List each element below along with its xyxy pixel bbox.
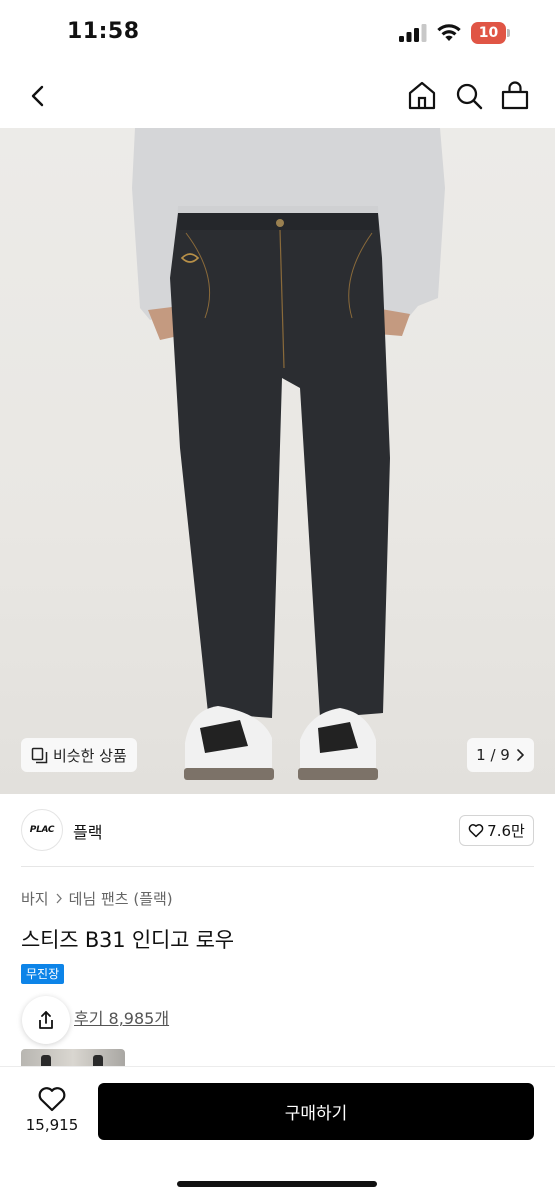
review-count-link[interactable]: 후기 8,985개	[74, 1005, 169, 1029]
review-photo-thumbnail[interactable]	[21, 1049, 125, 1069]
image-pager[interactable]: 1 / 9	[467, 738, 534, 772]
cellular-signal-icon	[399, 24, 427, 42]
heart-outline-icon	[38, 1087, 66, 1112]
promo-badge: 무진장	[21, 964, 65, 984]
home-icon[interactable]	[405, 79, 439, 113]
product-title: 스티즈 B31 인디고 로우	[21, 928, 234, 952]
buy-button[interactable]: 구매하기	[98, 1083, 534, 1140]
similar-products-label: 비슷한 상품	[53, 746, 127, 765]
share-button[interactable]	[22, 996, 70, 1044]
wifi-icon	[437, 24, 461, 41]
breadcrumb-item[interactable]: 데님 팬츠 (플랙)	[69, 888, 173, 909]
divider	[21, 866, 534, 867]
battery-level: 10	[478, 25, 499, 41]
chevron-left-icon[interactable]	[22, 79, 56, 113]
search-icon[interactable]	[452, 79, 486, 113]
similar-products-button[interactable]: 비슷한 상품	[21, 738, 137, 772]
wishlist-button[interactable]: 15,915	[22, 1085, 82, 1134]
brand-like-count: 7.6만	[487, 822, 525, 840]
breadcrumb-item[interactable]: 바지	[21, 888, 49, 909]
copy-icon	[31, 747, 48, 763]
home-indicator	[177, 1181, 377, 1187]
status-bar: 11:58 10	[0, 0, 555, 66]
product-image-carousel[interactable]: 비슷한 상품 1 / 9	[0, 128, 555, 794]
brand-row[interactable]: PLAC 플랙 7.6만	[0, 800, 555, 860]
status-time: 11:58	[67, 19, 140, 44]
wishlist-count: 15,915	[25, 1116, 79, 1134]
chevron-right-icon	[517, 749, 524, 761]
chevron-right-icon	[56, 893, 62, 904]
brand-like-button[interactable]: 7.6만	[459, 815, 534, 846]
shopping-bag-icon[interactable]	[498, 79, 532, 113]
heart-outline-icon	[468, 824, 484, 838]
breadcrumb: 바지 데님 팬츠 (플랙)	[21, 888, 173, 909]
brand-logo[interactable]: PLAC	[21, 809, 63, 851]
brand-name[interactable]: 플랙	[73, 819, 102, 843]
battery-indicator: 10	[471, 22, 511, 44]
top-nav-bar	[0, 66, 555, 128]
page-indicator: 1 / 9	[476, 746, 510, 764]
product-photo	[132, 128, 445, 780]
share-icon	[39, 1011, 53, 1029]
